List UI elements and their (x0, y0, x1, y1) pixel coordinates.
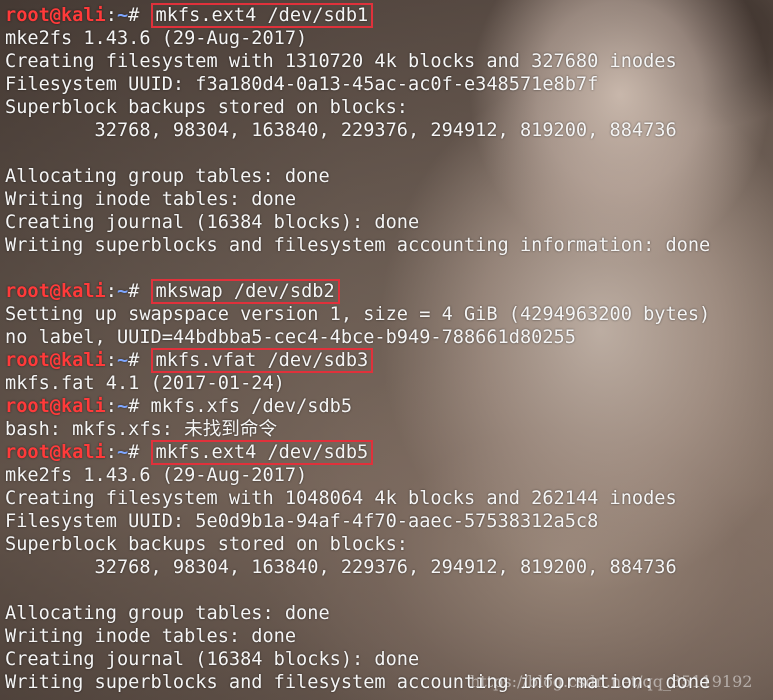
output-line: Writing inode tables: done (5, 189, 297, 210)
prompt-user-host: root@kali (5, 442, 106, 463)
command-text: mkfs.xfs /dev/sdb5 (150, 396, 353, 417)
prompt-symbol: # (128, 396, 151, 417)
prompt-path: ~ (116, 442, 129, 463)
prompt-user-host: root@kali (5, 5, 106, 26)
prompt-line: root@kali:~# mkfs.ext4 /dev/sdb5 (5, 440, 773, 465)
output-line: bash: mkfs.xfs: 未找到命令 (5, 419, 278, 440)
output-line: Creating filesystem with 1048064 4k bloc… (5, 488, 677, 509)
output-line: mke2fs 1.43.6 (29-Aug-2017) (5, 28, 308, 49)
prompt-line: root@kali:~# mkfs.xfs /dev/sdb5 (5, 395, 773, 418)
highlighted-command: mkswap /dev/sdb2 (150, 279, 340, 304)
blog-watermark: https://blog.csdn.net/qq_35119192 (470, 672, 753, 691)
prompt-separator: : (105, 5, 117, 26)
output-line: Writing superblocks and filesystem accou… (5, 235, 711, 256)
output-line: Creating journal (16384 blocks): done (5, 649, 420, 670)
prompt-symbol: # (128, 350, 151, 371)
output-line: Creating journal (16384 blocks): done (5, 212, 420, 233)
prompt-separator: : (105, 350, 117, 371)
prompt-user-host: root@kali (5, 396, 106, 417)
output-line: Writing inode tables: done (5, 626, 297, 647)
prompt-symbol: # (128, 281, 151, 302)
highlighted-command: mkfs.vfat /dev/sdb3 (150, 348, 374, 373)
output-line: no label, UUID=44bdbba5-cec4-4bce-b949-7… (5, 327, 576, 348)
prompt-path: ~ (116, 5, 129, 26)
output-line: Allocating group tables: done (5, 603, 330, 624)
highlighted-command: mkfs.ext4 /dev/sdb5 (150, 440, 374, 465)
prompt-path: ~ (116, 396, 129, 417)
prompt-path: ~ (116, 281, 129, 302)
prompt-line: root@kali:~# mkfs.vfat /dev/sdb3 (5, 348, 773, 373)
output-line: Superblock backups stored on blocks: (5, 97, 408, 118)
output-line: Allocating group tables: done (5, 166, 330, 187)
output-line: Filesystem UUID: f3a180d4-0a13-45ac-ac0f… (5, 74, 599, 95)
prompt-line: root@kali:~# mkswap /dev/sdb2 (5, 279, 773, 304)
prompt-separator: : (105, 281, 117, 302)
output-line: Setting up swapspace version 1, size = 4… (5, 304, 711, 325)
prompt-path: ~ (116, 350, 129, 371)
output-line: Superblock backups stored on blocks: (5, 534, 408, 555)
output-line: 32768, 98304, 163840, 229376, 294912, 81… (5, 120, 677, 141)
output-line: Filesystem UUID: 5e0d9b1a-94af-4f70-aaec… (5, 511, 599, 532)
prompt-symbol: # (128, 5, 151, 26)
prompt-user-host: root@kali (5, 281, 106, 302)
output-line: mkfs.fat 4.1 (2017-01-24) (5, 373, 285, 394)
terminal-output[interactable]: root@kali:~# mkfs.ext4 /dev/sdb1 mke2fs 1… (5, 3, 773, 700)
prompt-line: root@kali:~# mkfs.ext4 /dev/sdb1 (5, 3, 773, 28)
output-line: 32768, 98304, 163840, 229376, 294912, 81… (5, 557, 677, 578)
prompt-symbol: # (128, 442, 151, 463)
highlighted-command: mkfs.ext4 /dev/sdb1 (150, 3, 374, 28)
prompt-separator: : (105, 442, 117, 463)
output-line: mke2fs 1.43.6 (29-Aug-2017) (5, 465, 308, 486)
prompt-separator: : (105, 396, 117, 417)
output-line: Creating filesystem with 1310720 4k bloc… (5, 51, 677, 72)
prompt-user-host: root@kali (5, 350, 106, 371)
